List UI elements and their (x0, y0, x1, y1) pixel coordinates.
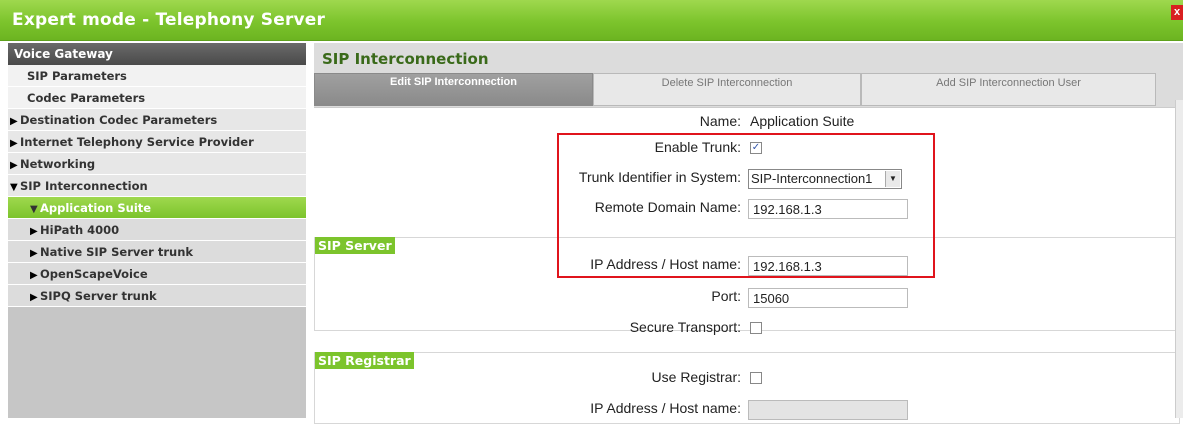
window-title: Expert mode - Telephony Server (12, 10, 326, 30)
close-icon[interactable]: x (1171, 5, 1183, 20)
name-label: Name: (699, 113, 741, 129)
tab-label: Add SIP Interconnection User (936, 77, 1081, 89)
caret-right-icon: ▶ (10, 138, 18, 149)
tab-edit-sip-interconnection[interactable]: Edit SIP Interconnection (314, 73, 593, 106)
highlight-box (557, 133, 935, 278)
sidebar-item-label: Application Suite (40, 201, 152, 215)
caret-right-icon: ▶ (30, 270, 38, 281)
sidebar-item[interactable]: ▼ Application Suite (8, 197, 306, 219)
sidebar-item-label: Native SIP Server trunk (40, 245, 194, 259)
sidebar: Voice Gateway SIP Parameters Codec Parame… (8, 43, 306, 418)
name-value: Application Suite (750, 113, 855, 129)
registrar-ip-row: IP Address / Host name: (314, 400, 1183, 424)
sidebar-item[interactable]: ▼ SIP Interconnection (8, 175, 306, 197)
registrar-ip-label: IP Address / Host name: (590, 400, 741, 416)
sip-server-title: SIP Server (315, 237, 395, 254)
caret-right-icon: ▶ (30, 248, 38, 259)
tab-label: Delete SIP Interconnection (661, 77, 793, 89)
sidebar-item[interactable]: Codec Parameters (8, 87, 306, 109)
sidebar-item-label: Internet Telephony Service Provider (20, 135, 254, 149)
sip-server-port-row: Port: 15060 (314, 288, 1183, 312)
sip-server-port-value: 15060 (753, 291, 790, 306)
secure-transport-checkbox[interactable] (750, 322, 762, 334)
title-bar: Expert mode - Telephony Server x (0, 0, 1183, 41)
tab-label: Edit SIP Interconnection (390, 76, 517, 88)
sidebar-list: SIP Parameters Codec Parameters ▶ Destinati… (8, 65, 306, 307)
caret-right-icon: ▶ (30, 226, 38, 237)
tab-delete-sip-interconnection[interactable]: Delete SIP Interconnection (593, 73, 861, 106)
sidebar-item-label: Codec Parameters (27, 91, 146, 105)
sidebar-header[interactable]: Voice Gateway (8, 43, 306, 65)
sidebar-item-label: Destination Codec Parameters (20, 113, 218, 127)
scrollbar[interactable] (1175, 100, 1183, 418)
page-title: SIP Interconnection (322, 50, 489, 68)
caret-right-icon: ▶ (10, 116, 18, 127)
sidebar-item-label: SIPQ Server trunk (40, 289, 157, 303)
sidebar-item-label: SIP Parameters (27, 69, 127, 83)
sidebar-item[interactable]: ▶ Networking (8, 153, 306, 175)
caret-right-icon: ▶ (10, 160, 18, 171)
sip-registrar-title: SIP Registrar (315, 352, 414, 369)
sidebar-item[interactable]: ▶ HiPath 4000 (8, 219, 306, 241)
sidebar-item[interactable]: ▶ OpenScapeVoice (8, 263, 306, 285)
caret-right-icon: ▶ (30, 292, 38, 303)
secure-transport-label: Secure Transport: (629, 319, 741, 335)
caret-down-icon: ▼ (10, 182, 18, 193)
use-registrar-row: Use Registrar: (314, 369, 1183, 393)
sidebar-item-label: OpenScapeVoice (40, 267, 148, 281)
caret-down-icon: ▼ (30, 204, 38, 215)
tab-bar: Edit SIP Interconnection Delete SIP Inte… (314, 73, 1183, 107)
registrar-ip-input[interactable] (748, 400, 908, 420)
sidebar-item-label: SIP Interconnection (20, 179, 148, 193)
sidebar-item[interactable]: ▶ SIPQ Server trunk (8, 285, 306, 307)
sidebar-item[interactable]: SIP Parameters (8, 65, 306, 87)
use-registrar-label: Use Registrar: (651, 369, 741, 385)
main-header: SIP Interconnection (314, 43, 1183, 73)
sidebar-item[interactable]: ▶ Internet Telephony Service Provider (8, 131, 306, 153)
secure-transport-row: Secure Transport: (314, 319, 1183, 343)
sidebar-item-label: HiPath 4000 (40, 223, 120, 237)
tab-add-sip-interconnection-user[interactable]: Add SIP Interconnection User (861, 73, 1156, 106)
sidebar-item[interactable]: ▶ Native SIP Server trunk (8, 241, 306, 263)
sip-server-port-label: Port: (711, 288, 741, 304)
use-registrar-checkbox[interactable] (750, 372, 762, 384)
sidebar-item-label: Networking (20, 157, 96, 171)
sip-server-port-input[interactable]: 15060 (748, 288, 908, 308)
sidebar-item[interactable]: ▶ Destination Codec Parameters (8, 109, 306, 131)
